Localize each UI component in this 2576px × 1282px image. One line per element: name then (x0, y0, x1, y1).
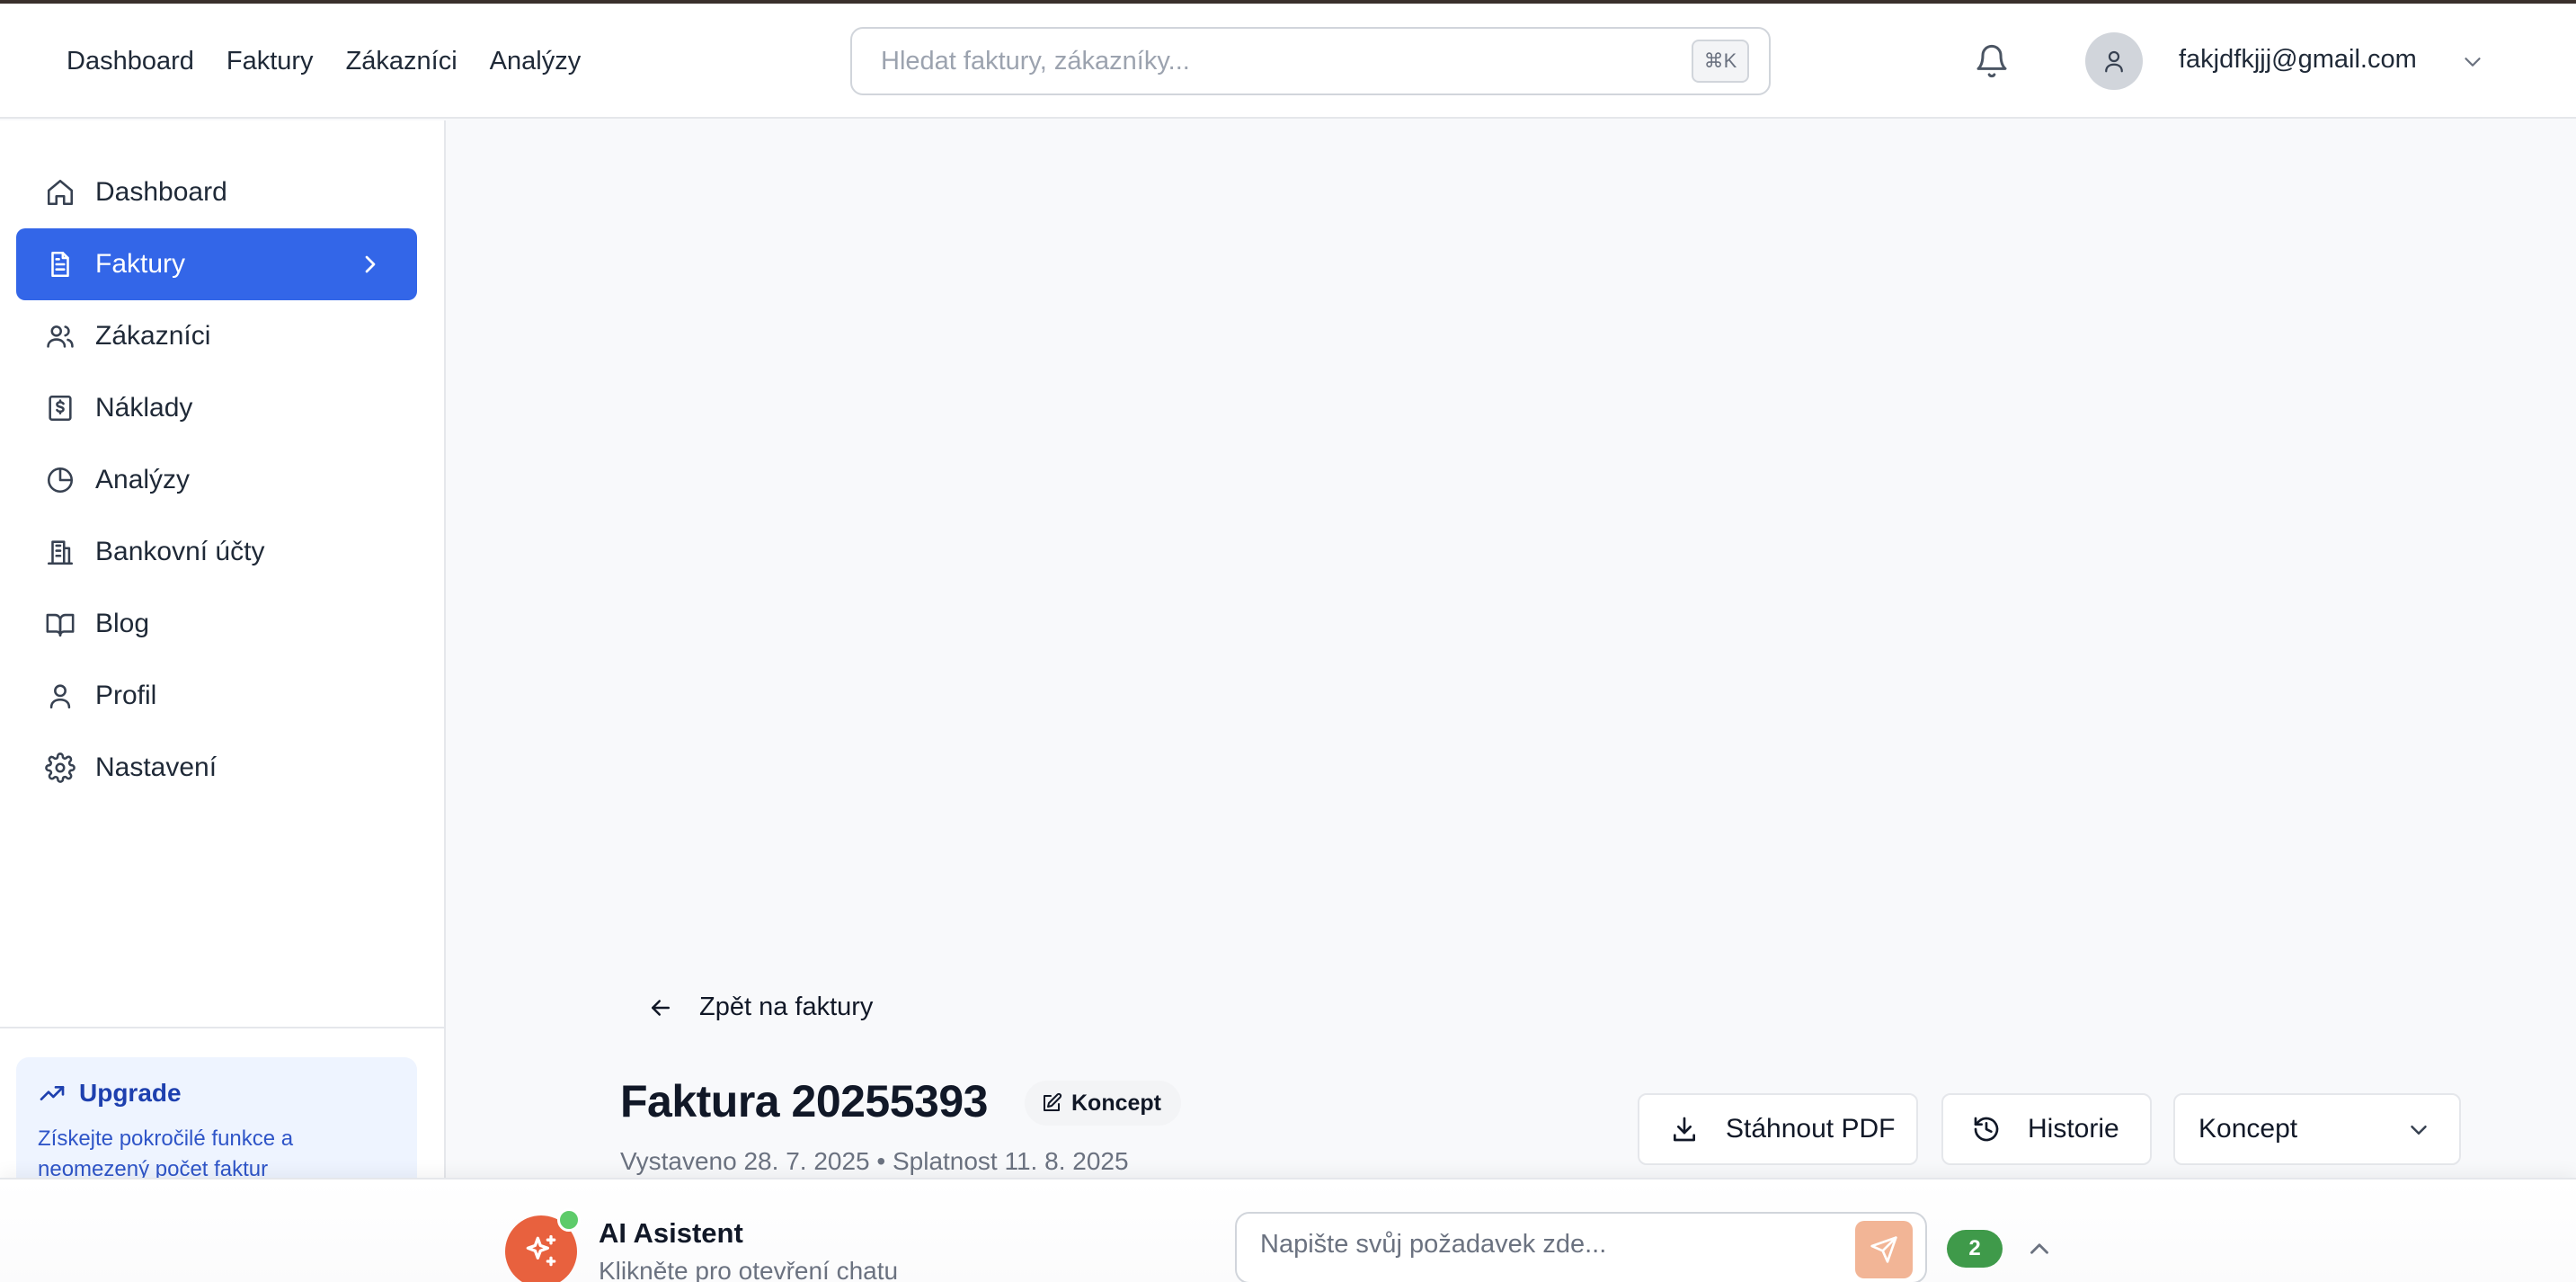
search-shortcut-hint: ⌘K (1692, 40, 1749, 83)
upgrade-title-row: Upgrade (38, 1079, 395, 1108)
sidebar-item-naklady[interactable]: Náklady (16, 372, 417, 444)
upgrade-title: Upgrade (79, 1079, 182, 1107)
topnav-zakaznici[interactable]: Zákazníci (330, 47, 474, 76)
sidebar-item-label: Profil (95, 681, 157, 710)
chevron-down-icon (2411, 1126, 2427, 1135)
users-icon (43, 319, 77, 353)
ai-assistant-bar[interactable]: AI Asistent Klikněte pro otevření chatu … (0, 1178, 2576, 1282)
sidebar-item-label: Náklady (95, 393, 193, 423)
send-button[interactable] (1855, 1221, 1913, 1278)
invoice-dates: Vystaveno 28. 7. 2025 • Splatnost 11. 8.… (620, 1147, 1129, 1175)
download-pdf-button[interactable]: Stáhnout PDF (1638, 1093, 1918, 1165)
sidebar-item-label: Bankovní účty (95, 537, 265, 566)
bell-icon[interactable] (1974, 43, 2010, 79)
status-select-value: Koncept (2198, 1114, 2298, 1144)
edit-icon (1044, 1092, 1062, 1111)
receipt-dollar-icon (43, 391, 77, 425)
pie-chart-icon (43, 463, 77, 497)
chevron-up-icon[interactable] (2024, 1233, 2055, 1264)
topnav-faktury[interactable]: Faktury (210, 47, 330, 76)
user-icon (2105, 50, 2123, 73)
arrow-left-icon (652, 999, 670, 1016)
book-open-icon (43, 607, 77, 641)
send-icon (1870, 1236, 1897, 1263)
top-nav: Dashboard Faktury Zákazníci Analýzy (50, 4, 597, 119)
search-input[interactable] (852, 46, 1661, 76)
gear-icon (43, 751, 77, 785)
status-badge: Koncept (1025, 1081, 1181, 1126)
online-status-dot (557, 1208, 581, 1232)
top-header: Dashboard Faktury Zákazníci Analýzy ⌘K f… (0, 4, 2576, 119)
status-select[interactable]: Koncept (2173, 1093, 2461, 1165)
sidebar-item-label: Analýzy (95, 465, 191, 494)
sidebar-item-label: Faktury (95, 249, 186, 279)
status-badge-label: Koncept (1071, 1090, 1161, 1116)
sidebar-item-zakaznici[interactable]: Zákazníci (16, 300, 417, 372)
sidebar-item-blog[interactable]: Blog (16, 588, 417, 660)
history-icon (1974, 1117, 1999, 1142)
avatar[interactable] (2085, 32, 2143, 90)
download-icon (1674, 1117, 1695, 1142)
sparkles-icon (526, 1234, 556, 1267)
ai-assistant-subtitle[interactable]: Klikněte pro otevření chatu (599, 1257, 898, 1282)
page-title: Faktura 20255393 (620, 1076, 988, 1126)
home-icon (43, 175, 77, 209)
chevron-down-icon[interactable] (2459, 49, 2486, 76)
user-email[interactable]: fakjdfkjjj@gmail.com (2179, 45, 2417, 75)
chevron-right-icon (365, 255, 376, 273)
file-text-icon (43, 247, 77, 281)
sidebar-divider (0, 1027, 446, 1028)
trending-up-icon (40, 1086, 65, 1100)
back-to-invoices-link[interactable]: Zpět na faktury (647, 993, 873, 1022)
ai-chat-input-box[interactable] (1235, 1212, 1927, 1282)
back-link-label: Zpět na faktury (699, 993, 874, 1021)
bank-building-icon (43, 535, 77, 569)
sidebar-item-bankovni-ucty[interactable]: Bankovní účty (16, 516, 417, 588)
history-button[interactable]: Historie (1941, 1093, 2152, 1165)
topnav-dashboard[interactable]: Dashboard (50, 47, 210, 76)
sidebar-item-dashboard[interactable]: Dashboard (16, 156, 417, 228)
notification-count-badge: 2 (1947, 1230, 2003, 1268)
sidebar-item-label: Nastavení (95, 752, 218, 782)
history-label: Historie (2028, 1114, 2119, 1144)
sidebar-item-analyzy[interactable]: Analýzy (16, 444, 417, 516)
sidebar-item-faktury[interactable]: Faktury (16, 228, 417, 300)
ai-assistant-title: AI Asistent (599, 1217, 743, 1249)
sidebar-item-profil[interactable]: Profil (16, 660, 417, 732)
download-pdf-label: Stáhnout PDF (1726, 1114, 1896, 1144)
topnav-analyzy[interactable]: Analýzy (474, 47, 598, 76)
sidebar-item-label: Dashboard (95, 177, 227, 207)
sidebar-item-nastaveni[interactable]: Nastavení (16, 732, 417, 804)
search-box[interactable]: ⌘K (850, 27, 1771, 95)
user-icon (43, 679, 77, 713)
upgrade-description: Získejte pokročilé funkce a neomezený po… (38, 1126, 294, 1181)
sidebar-item-label: Zákazníci (95, 321, 211, 351)
sidebar-item-label: Blog (95, 609, 150, 638)
ai-chat-input[interactable] (1260, 1230, 1835, 1260)
